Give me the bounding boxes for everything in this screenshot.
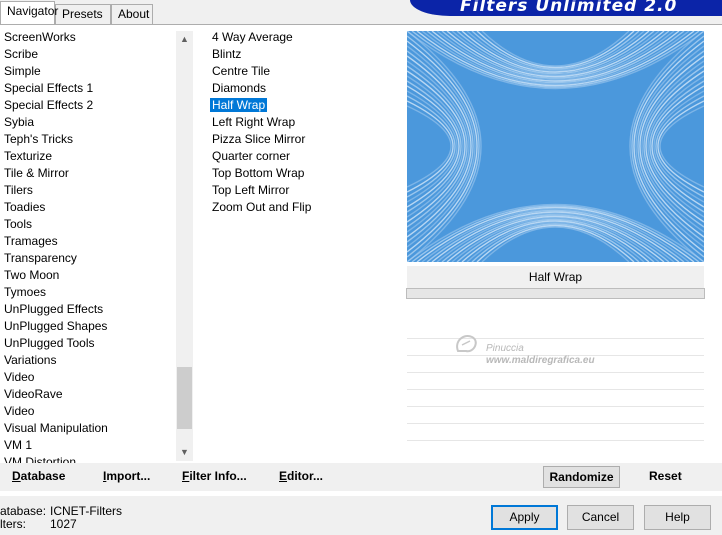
tab-navigator[interactable]: Navigator: [0, 1, 58, 24]
filter-item-label: Pizza Slice Mirror: [212, 132, 306, 146]
filter-item-label: Diamonds: [212, 81, 267, 95]
category-item[interactable]: Video: [0, 403, 176, 420]
category-item[interactable]: Texturize: [0, 148, 176, 165]
category-item[interactable]: Video: [0, 369, 176, 386]
help-button[interactable]: Help: [644, 505, 711, 530]
filter-item-label: Quarter corner: [212, 149, 291, 163]
apply-button[interactable]: Apply: [491, 505, 558, 530]
category-item[interactable]: Tilers: [0, 182, 176, 199]
category-item[interactable]: Special Effects 1: [0, 80, 176, 97]
category-item[interactable]: Sybia: [0, 114, 176, 131]
filter-item[interactable]: Quarter corner: [208, 148, 398, 165]
filters-count-label: lters:: [0, 517, 27, 531]
watermark-logo-icon: [456, 335, 477, 353]
preview-label: Half Wrap: [407, 266, 704, 288]
scroll-down-icon[interactable]: ▼: [176, 444, 193, 461]
category-item[interactable]: Visual Manipulation: [0, 420, 176, 437]
filter-list[interactable]: 4 Way Average Blintz Centre Tile Diamonds Ha…: [208, 29, 398, 216]
category-item[interactable]: Two Moon: [0, 267, 176, 284]
filter-item[interactable]: Diamonds: [208, 80, 398, 97]
category-item[interactable]: Special Effects 2: [0, 97, 176, 114]
category-scrollbar[interactable]: ▲ ▼: [176, 31, 193, 461]
filter-item-label: 4 Way Average: [212, 30, 293, 44]
category-item[interactable]: Teph's Tricks: [0, 131, 176, 148]
cancel-button[interactable]: Cancel: [567, 505, 634, 530]
category-item[interactable]: Tymoes: [0, 284, 176, 301]
filter-item-label: Blintz: [212, 47, 242, 61]
progress-fill: [407, 289, 704, 298]
import-button[interactable]: Import...: [103, 469, 150, 483]
progress-bar: [406, 288, 705, 299]
category-item[interactable]: VideoRave: [0, 386, 176, 403]
category-item[interactable]: Tramages: [0, 233, 176, 250]
database-info: atabase: ICNET-Filters lters: 1027: [0, 504, 122, 531]
editor-button[interactable]: Editor...: [279, 469, 323, 483]
category-item[interactable]: Transparency: [0, 250, 176, 267]
category-item[interactable]: Tools: [0, 216, 176, 233]
banner-title: Filters Unlimited 2.0: [460, 0, 678, 16]
filter-item[interactable]: Half Wrap: [208, 97, 398, 114]
filter-item[interactable]: Top Left Mirror: [208, 182, 398, 199]
action-row: Database Import... Filter Info... Editor…: [0, 463, 722, 491]
category-item[interactable]: Simple: [0, 63, 176, 80]
app-banner: Filters Unlimited 2.0: [410, 0, 722, 16]
category-item[interactable]: Tile & Mirror: [0, 165, 176, 182]
filter-item-label: Half Wrap: [210, 98, 268, 112]
category-item[interactable]: Scribe: [0, 46, 176, 63]
filter-item-label: Top Bottom Wrap: [212, 166, 305, 180]
scroll-up-icon[interactable]: ▲: [176, 31, 193, 48]
tab-about[interactable]: About: [111, 4, 153, 24]
filter-preview: [407, 31, 704, 262]
category-item[interactable]: UnPlugged Shapes: [0, 318, 176, 335]
filter-item[interactable]: Centre Tile: [208, 63, 398, 80]
category-item[interactable]: Toadies: [0, 199, 176, 216]
category-item[interactable]: VM 1: [0, 437, 176, 454]
filter-item[interactable]: Zoom Out and Flip: [208, 199, 398, 216]
database-button[interactable]: Database: [12, 469, 65, 483]
tab-presets[interactable]: Presets: [55, 4, 111, 24]
reset-button[interactable]: Reset: [649, 469, 682, 483]
navigator-panel: ScreenWorks Scribe Simple Special Effects 1…: [0, 24, 722, 496]
filter-item[interactable]: Blintz: [208, 46, 398, 63]
filter-item-label: Top Left Mirror: [212, 183, 290, 197]
tab-strip: Navigator Presets About: [0, 0, 400, 24]
filter-info-button[interactable]: Filter Info...: [182, 469, 247, 483]
randomize-button[interactable]: Randomize: [543, 466, 620, 488]
scroll-thumb[interactable]: [177, 367, 192, 429]
watermark-name: Pinuccia: [486, 343, 524, 354]
watermark-url: www.maldiregrafica.eu: [486, 355, 595, 366]
category-list[interactable]: ScreenWorks Scribe Simple Special Effects 1…: [0, 29, 176, 465]
category-item[interactable]: UnPlugged Effects: [0, 301, 176, 318]
filter-item-label: Zoom Out and Flip: [212, 200, 312, 214]
filter-item[interactable]: Top Bottom Wrap: [208, 165, 398, 182]
category-item[interactable]: Variations: [0, 352, 176, 369]
category-item[interactable]: ScreenWorks: [0, 29, 176, 46]
filter-item[interactable]: 4 Way Average: [208, 29, 398, 46]
filters-count-value: 1027: [50, 517, 77, 531]
category-item[interactable]: UnPlugged Tools: [0, 335, 176, 352]
filter-item[interactable]: Left Right Wrap: [208, 114, 398, 131]
filter-item-label: Left Right Wrap: [212, 115, 296, 129]
filter-item[interactable]: Pizza Slice Mirror: [208, 131, 398, 148]
filter-item-label: Centre Tile: [212, 64, 271, 78]
database-label: atabase:: [0, 504, 47, 518]
